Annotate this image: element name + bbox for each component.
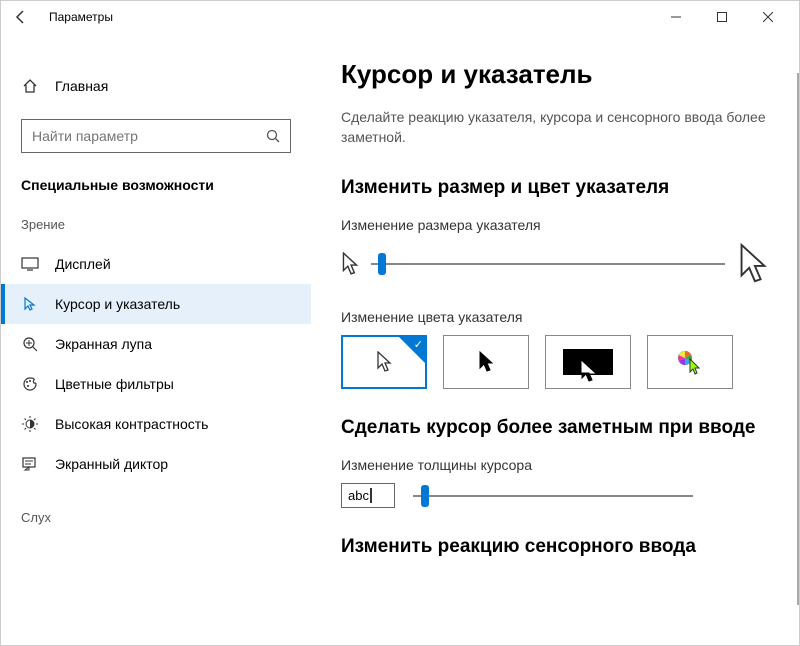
cursor-thickness-slider[interactable] [413, 484, 693, 508]
nav-high-contrast[interactable]: Высокая контрастность [1, 404, 311, 444]
nav-label: Цветные фильтры [55, 376, 174, 392]
pointer-size-slider[interactable] [371, 252, 725, 276]
nav-color-filters[interactable]: Цветные фильтры [1, 364, 311, 404]
home-label: Главная [55, 78, 108, 94]
section-size-color: Изменить размер и цвет указателя [341, 177, 769, 199]
nav-label: Экранный диктор [55, 456, 168, 472]
back-button[interactable] [9, 5, 33, 29]
palette-icon [21, 375, 39, 393]
nav-label: Экранная лупа [55, 336, 152, 352]
magnifier-icon [21, 335, 39, 353]
section-cursor: Сделать курсор более заметным при вводе [341, 417, 769, 439]
nav-magnifier[interactable]: Экранная лупа [1, 324, 311, 364]
narrator-icon [21, 455, 39, 473]
check-icon [399, 337, 425, 363]
pointer-color-black[interactable] [443, 335, 529, 389]
window-title: Параметры [49, 10, 113, 24]
cursor-icon [21, 295, 39, 313]
pointer-color-custom[interactable] [647, 335, 733, 389]
home-link[interactable]: Главная [21, 77, 311, 95]
cursor-large-icon [737, 243, 769, 285]
titlebar: Параметры [1, 1, 799, 33]
nav-label: Дисплей [55, 256, 111, 272]
contrast-icon [21, 415, 39, 433]
maximize-button[interactable] [699, 1, 745, 33]
category-title: Специальные возможности [21, 177, 311, 193]
page-description: Сделайте реакцию указателя, курсора и се… [341, 108, 769, 147]
sidebar: Главная Специальные возможности Зрение Д… [1, 33, 311, 645]
scrollbar[interactable] [797, 73, 799, 605]
nav-cursor[interactable]: Курсор и указатель [1, 284, 311, 324]
section-hearing: Слух [21, 510, 311, 525]
home-icon [21, 77, 39, 95]
pointer-color-label: Изменение цвета указателя [341, 309, 769, 325]
text-caret-icon [370, 488, 372, 503]
pointer-color-white[interactable] [341, 335, 427, 389]
page-title: Курсор и указатель [341, 59, 769, 90]
minimize-button[interactable] [653, 1, 699, 33]
close-button[interactable] [745, 1, 791, 33]
pointer-size-label: Изменение размера указателя [341, 217, 769, 233]
cursor-small-icon [341, 252, 359, 276]
nav-label: Высокая контрастность [55, 416, 208, 432]
search-icon [266, 129, 280, 143]
display-icon [21, 255, 39, 273]
search-field[interactable] [32, 128, 266, 144]
nav-narrator[interactable]: Экранный диктор [1, 444, 311, 484]
section-vision: Зрение [21, 217, 311, 232]
nav-display[interactable]: Дисплей [1, 244, 311, 284]
thickness-preview: abc [341, 483, 395, 508]
main-content: Курсор и указатель Сделайте реакцию указ… [311, 33, 799, 645]
cursor-thickness-label: Изменение толщины курсора [341, 457, 769, 473]
section-touch: Изменить реакцию сенсорного ввода [341, 536, 769, 558]
pointer-color-inverted[interactable] [545, 335, 631, 389]
search-input[interactable] [21, 119, 291, 153]
nav-label: Курсор и указатель [55, 296, 180, 312]
